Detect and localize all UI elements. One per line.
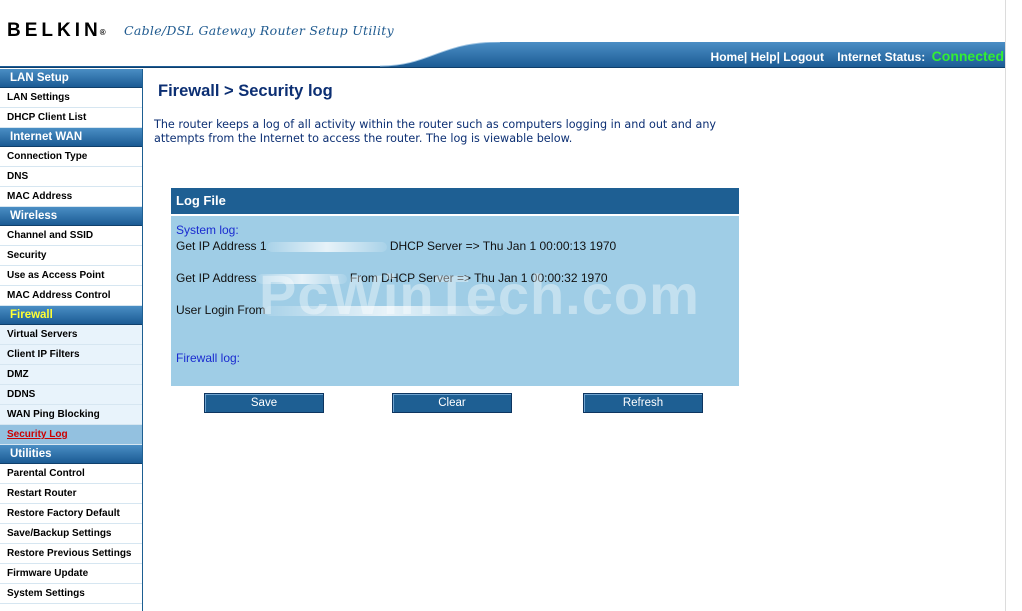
sidebar-item-security-log[interactable]: Security Log xyxy=(0,425,142,445)
sidebar-item-lan-settings[interactable]: LAN Settings xyxy=(0,88,142,108)
refresh-button[interactable]: Refresh xyxy=(583,393,703,413)
sidebar-section-utilities[interactable]: Utilities xyxy=(0,445,142,464)
log-content[interactable]: System log: Get IP Address 1 DHCP Server… xyxy=(171,216,739,372)
sidebar-item-client-ip-filters[interactable]: Client IP Filters xyxy=(0,345,142,365)
sidebar-item-parental-control[interactable]: Parental Control xyxy=(0,464,142,484)
sidebar-item-connection-type[interactable]: Connection Type xyxy=(0,147,142,167)
logout-link[interactable]: Logout xyxy=(783,50,824,64)
sidebar-section-lan-setup[interactable]: LAN Setup xyxy=(0,69,142,88)
main-content: Firewall > Security log The router keeps… xyxy=(143,69,1005,611)
redacted-ip-smudge xyxy=(266,241,387,252)
log-file-panel: Log File System log: Get IP Address 1 DH… xyxy=(171,188,739,386)
sidebar-item-channel-ssid[interactable]: Channel and SSID xyxy=(0,226,142,246)
page-description: The router keeps a log of all activity w… xyxy=(154,118,717,145)
sidebar-item-dns[interactable]: DNS xyxy=(0,167,142,187)
app-tagline: Cable/DSL Gateway Router Setup Utility xyxy=(124,23,394,38)
log-entry: Get IP Address From DHCP Server => Thu J… xyxy=(176,271,608,285)
sidebar-item-ddns[interactable]: DDNS xyxy=(0,385,142,405)
sidebar-section-wireless[interactable]: Wireless xyxy=(0,207,142,226)
sidebar-item-system-settings[interactable]: System Settings xyxy=(0,584,142,604)
sidebar-item-access-point[interactable]: Use as Access Point xyxy=(0,266,142,286)
page-title: Firewall > Security log xyxy=(158,82,333,100)
sidebar-item-security[interactable]: Security xyxy=(0,246,142,266)
redacted-ip-smudge xyxy=(265,305,506,316)
belkin-logo: BELKIN® xyxy=(7,20,106,41)
sidebar-item-restart-router[interactable]: Restart Router xyxy=(0,484,142,504)
sidebar-item-restore-previous-settings[interactable]: Restore Previous Settings xyxy=(0,544,142,564)
sidebar-item-dmz[interactable]: DMZ xyxy=(0,365,142,385)
sidebar-item-mac-address[interactable]: MAC Address xyxy=(0,187,142,207)
sidebar-item-mac-address-control[interactable]: MAC Address Control xyxy=(0,286,142,306)
log-entry: User Login From xyxy=(176,302,734,318)
sidebar-item-save-backup-settings[interactable]: Save/Backup Settings xyxy=(0,524,142,544)
sidebar-item-dhcp-client-list[interactable]: DHCP Client List xyxy=(0,108,142,128)
system-log-label: System log: xyxy=(176,223,239,237)
clear-button[interactable]: Clear xyxy=(392,393,512,413)
sidebar-item-virtual-servers[interactable]: Virtual Servers xyxy=(0,325,142,345)
internet-status-value: Connected xyxy=(931,48,1004,64)
save-button[interactable]: Save xyxy=(204,393,324,413)
internet-status-label: Internet Status: xyxy=(837,50,926,64)
sidebar-item-restore-factory-default[interactable]: Restore Factory Default xyxy=(0,504,142,524)
sidebar-item-firmware-update[interactable]: Firmware Update xyxy=(0,564,142,584)
sidebar-item-wan-ping-blocking[interactable]: WAN Ping Blocking xyxy=(0,405,142,425)
redacted-ip-smudge xyxy=(256,273,347,284)
top-nav: Home| Help| Logout Internet Status: Conn… xyxy=(710,48,1004,64)
window-scroll-strip[interactable] xyxy=(1005,0,1022,611)
sidebar: LAN Setup LAN Settings DHCP Client List … xyxy=(0,69,143,611)
home-link[interactable]: Home xyxy=(711,50,744,64)
firewall-log-label: Firewall log: xyxy=(176,351,241,365)
log-file-header: Log File xyxy=(171,188,739,216)
header: BELKIN® Cable/DSL Gateway Router Setup U… xyxy=(0,0,1022,70)
log-entry: Get IP Address 1 DHCP Server => Thu Jan … xyxy=(176,239,617,253)
sidebar-section-internet-wan[interactable]: Internet WAN xyxy=(0,128,142,147)
sidebar-section-firewall[interactable]: Firewall xyxy=(0,306,142,325)
help-link[interactable]: Help xyxy=(751,50,777,64)
